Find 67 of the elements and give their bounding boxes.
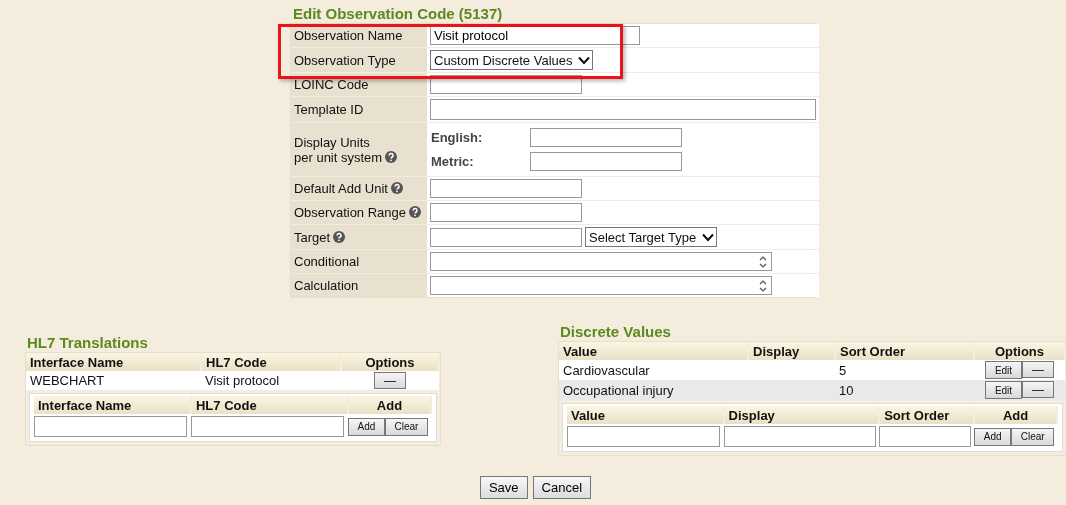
column-header: Value xyxy=(559,342,748,360)
section-title: HL7 Translations xyxy=(26,334,149,352)
add-button[interactable]: Add xyxy=(974,427,1012,446)
column-header: HL7 Code xyxy=(190,396,348,414)
field-label: Conditional xyxy=(294,254,360,269)
text-field[interactable] xyxy=(530,128,682,147)
column-header: Sort Order xyxy=(835,342,974,360)
section-title: Discrete Values xyxy=(559,323,672,341)
text-field[interactable] xyxy=(190,416,344,437)
dropdown[interactable]: Select Target Type xyxy=(585,227,718,247)
cancel-button[interactable]: Cancel xyxy=(532,476,592,499)
table-cell: WEBCHART xyxy=(26,371,201,390)
field-label: Calculation xyxy=(294,278,359,293)
field-label: Display Units per unit system xyxy=(294,134,398,165)
text-area[interactable] xyxy=(430,99,816,120)
table-cell: Occupational injury xyxy=(559,380,748,400)
table-cell: Cardiovascular xyxy=(559,360,748,380)
remove-button[interactable]: — xyxy=(1022,361,1054,378)
column-header: Options xyxy=(341,353,439,371)
text-field[interactable] xyxy=(879,426,972,447)
text-field[interactable] xyxy=(530,152,682,171)
column-header: Interface Name xyxy=(26,353,201,371)
column-header: HL7 Code xyxy=(201,353,341,371)
field-label: Observation Type xyxy=(294,52,396,68)
table-cell: 10 xyxy=(835,380,974,400)
column-header: Interface Name xyxy=(34,396,191,414)
table-cell: 5 xyxy=(835,360,974,380)
caret-icon xyxy=(578,55,591,65)
unit-label: Metric: xyxy=(430,154,475,169)
help-icon xyxy=(385,150,398,163)
clear-button[interactable]: Clear xyxy=(384,417,428,436)
help-icon xyxy=(333,230,346,243)
field-label: Default Add Unit xyxy=(294,181,403,196)
edit-button[interactable]: Edit xyxy=(985,361,1022,379)
add-button[interactable]: Add xyxy=(347,417,385,436)
text-field[interactable] xyxy=(430,179,582,198)
column-header: Display xyxy=(748,342,835,360)
number-field[interactable] xyxy=(430,252,772,271)
field-label: LOINC Code xyxy=(294,77,369,92)
remove-button[interactable]: — xyxy=(1022,381,1054,398)
text-field[interactable] xyxy=(430,227,582,247)
clear-button[interactable]: Clear xyxy=(1011,427,1055,446)
column-header: Value xyxy=(567,406,724,424)
field-label: Observation Range xyxy=(294,205,421,220)
number-field[interactable] xyxy=(430,276,772,295)
column-header: Add xyxy=(974,406,1057,424)
unit-label: English: xyxy=(430,130,484,145)
table-cell: Visit protocol xyxy=(201,371,341,390)
column-header: Add xyxy=(347,396,431,414)
column-header: Options xyxy=(974,342,1065,360)
remove-button[interactable]: — xyxy=(374,372,406,389)
form-title: Edit Observation Code (5137) xyxy=(292,5,504,23)
caret-icon xyxy=(702,232,715,242)
save-button[interactable]: Save xyxy=(479,476,528,499)
text-field[interactable] xyxy=(723,426,876,447)
dropdown[interactable]: Custom Discrete Values xyxy=(430,50,594,70)
edit-button[interactable]: Edit xyxy=(985,381,1022,399)
help-icon xyxy=(390,182,403,194)
field-label: Observation Name xyxy=(294,28,403,43)
field-label: Template ID xyxy=(294,102,364,117)
text-field[interactable] xyxy=(567,426,720,447)
column-header: Sort Order xyxy=(879,406,975,424)
text-field[interactable] xyxy=(430,203,582,222)
field-label: Target xyxy=(294,229,346,245)
text-field[interactable] xyxy=(34,416,187,437)
help-icon xyxy=(409,206,421,218)
column-header: Display xyxy=(723,406,880,424)
